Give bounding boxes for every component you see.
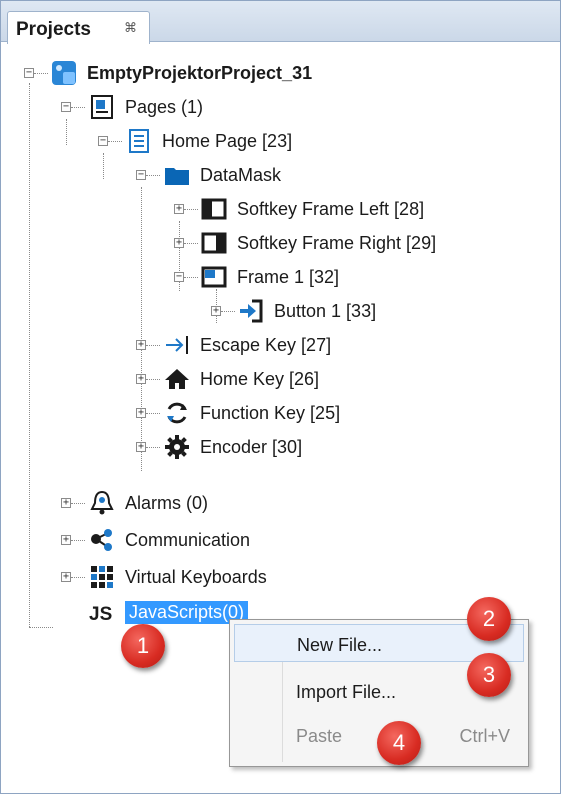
tree-node-project[interactable]: EmptyProjektorProject_31	[51, 56, 312, 90]
tree-node-softkey-left[interactable]: Softkey Frame Left [28]	[201, 192, 424, 226]
expand-toggle[interactable]: +	[61, 535, 71, 545]
tree-node-label: Virtual Keyboards	[125, 566, 267, 587]
collapse-toggle[interactable]: −	[24, 68, 34, 78]
tree-node-button1[interactable]: Button 1 [33]	[238, 294, 376, 328]
menu-item-label: New File...	[297, 635, 383, 655]
expand-toggle[interactable]: +	[174, 238, 184, 248]
tree-node-home-key[interactable]: Home Key [26]	[164, 362, 319, 396]
tree-node-label: EmptyProjektorProject_31	[87, 62, 313, 83]
collapse-toggle[interactable]: −	[61, 102, 71, 112]
escape-key-icon	[164, 332, 190, 358]
collapse-toggle[interactable]: −	[174, 272, 184, 282]
gear-icon	[164, 434, 190, 460]
communication-icon	[89, 527, 115, 553]
tree-node-label: Encoder [30]	[200, 436, 303, 457]
tree-node-encoder[interactable]: Encoder [30]	[164, 430, 302, 464]
tree-node-javascripts[interactable]: JS JavaScripts(0)	[89, 595, 249, 629]
tab-projects-label: Projects	[16, 19, 91, 40]
expand-toggle[interactable]: +	[136, 408, 146, 418]
home-icon	[164, 366, 190, 392]
expand-toggle[interactable]: +	[211, 306, 221, 316]
expand-toggle[interactable]: +	[174, 204, 184, 214]
frame-icon	[201, 264, 227, 290]
expand-toggle[interactable]: +	[136, 374, 146, 384]
project-icon	[51, 60, 77, 86]
tree-node-escape-key[interactable]: Escape Key [27]	[164, 328, 331, 362]
pages-icon	[89, 94, 115, 120]
close-icon[interactable]: ⌘	[124, 20, 137, 36]
tree-node-label: Pages (1)	[125, 96, 204, 117]
tree-node-frame1[interactable]: Frame 1 [32]	[201, 260, 339, 294]
tree-node-label: Function Key [25]	[200, 402, 341, 423]
menu-item-label: Paste	[296, 726, 343, 746]
tree-node-function-key[interactable]: Function Key [25]	[164, 396, 340, 430]
refresh-icon	[164, 400, 190, 426]
callout-badge-1: 1	[121, 624, 165, 668]
tab-bar: Projects ⌘	[1, 1, 560, 44]
tree-node-label: Escape Key [27]	[200, 334, 332, 355]
tree-node-label: Button 1 [33]	[274, 300, 377, 321]
callout-badge-4: 4	[377, 721, 421, 765]
folder-icon	[164, 162, 190, 188]
tree-node-label: Communication	[125, 529, 251, 550]
tree-node-label: DataMask	[200, 164, 282, 185]
button-icon	[238, 298, 264, 324]
tree-node-pages[interactable]: Pages (1)	[89, 90, 203, 124]
tree-node-home-page[interactable]: Home Page [23]	[126, 124, 292, 158]
tree-node-alarms[interactable]: Alarms (0)	[89, 486, 208, 520]
frame-left-icon	[201, 196, 227, 222]
expand-toggle[interactable]: +	[136, 340, 146, 350]
tree-node-label: Home Page [23]	[162, 130, 293, 151]
tree-node-label: Softkey Frame Right [29]	[237, 232, 437, 253]
tree-node-label: Home Key [26]	[200, 368, 320, 389]
expand-toggle[interactable]: +	[61, 498, 71, 508]
page-icon	[126, 128, 152, 154]
collapse-toggle[interactable]: −	[136, 170, 146, 180]
callout-badge-3: 3	[467, 653, 511, 697]
javascript-icon: JS	[89, 599, 115, 625]
tree-node-virtual-keyboards[interactable]: Virtual Keyboards	[89, 560, 267, 594]
collapse-toggle[interactable]: −	[98, 136, 108, 146]
menu-item-shortcut: Ctrl+V	[459, 726, 510, 746]
menu-item-label: Import File...	[296, 682, 397, 702]
callout-badge-2: 2	[467, 597, 511, 641]
expand-toggle[interactable]: +	[136, 442, 146, 452]
bell-icon	[89, 490, 115, 516]
tree-node-communication[interactable]: Communication	[89, 523, 250, 557]
tree-node-label: Alarms (0)	[125, 492, 209, 513]
svg-text:JS: JS	[89, 604, 112, 625]
tree-node-label: Softkey Frame Left [28]	[237, 198, 425, 219]
frame-right-icon	[201, 230, 227, 256]
projects-panel: Projects ⌘ − EmptyProjektorProject_31 −	[0, 0, 561, 794]
tree-node-label: Frame 1 [32]	[237, 266, 340, 287]
tree-node-softkey-right[interactable]: Softkey Frame Right [29]	[201, 226, 436, 260]
expand-toggle[interactable]: +	[61, 572, 71, 582]
keyboard-icon	[89, 564, 115, 590]
tree-node-datamask[interactable]: DataMask	[164, 158, 281, 192]
tab-projects[interactable]: Projects ⌘	[7, 11, 150, 44]
